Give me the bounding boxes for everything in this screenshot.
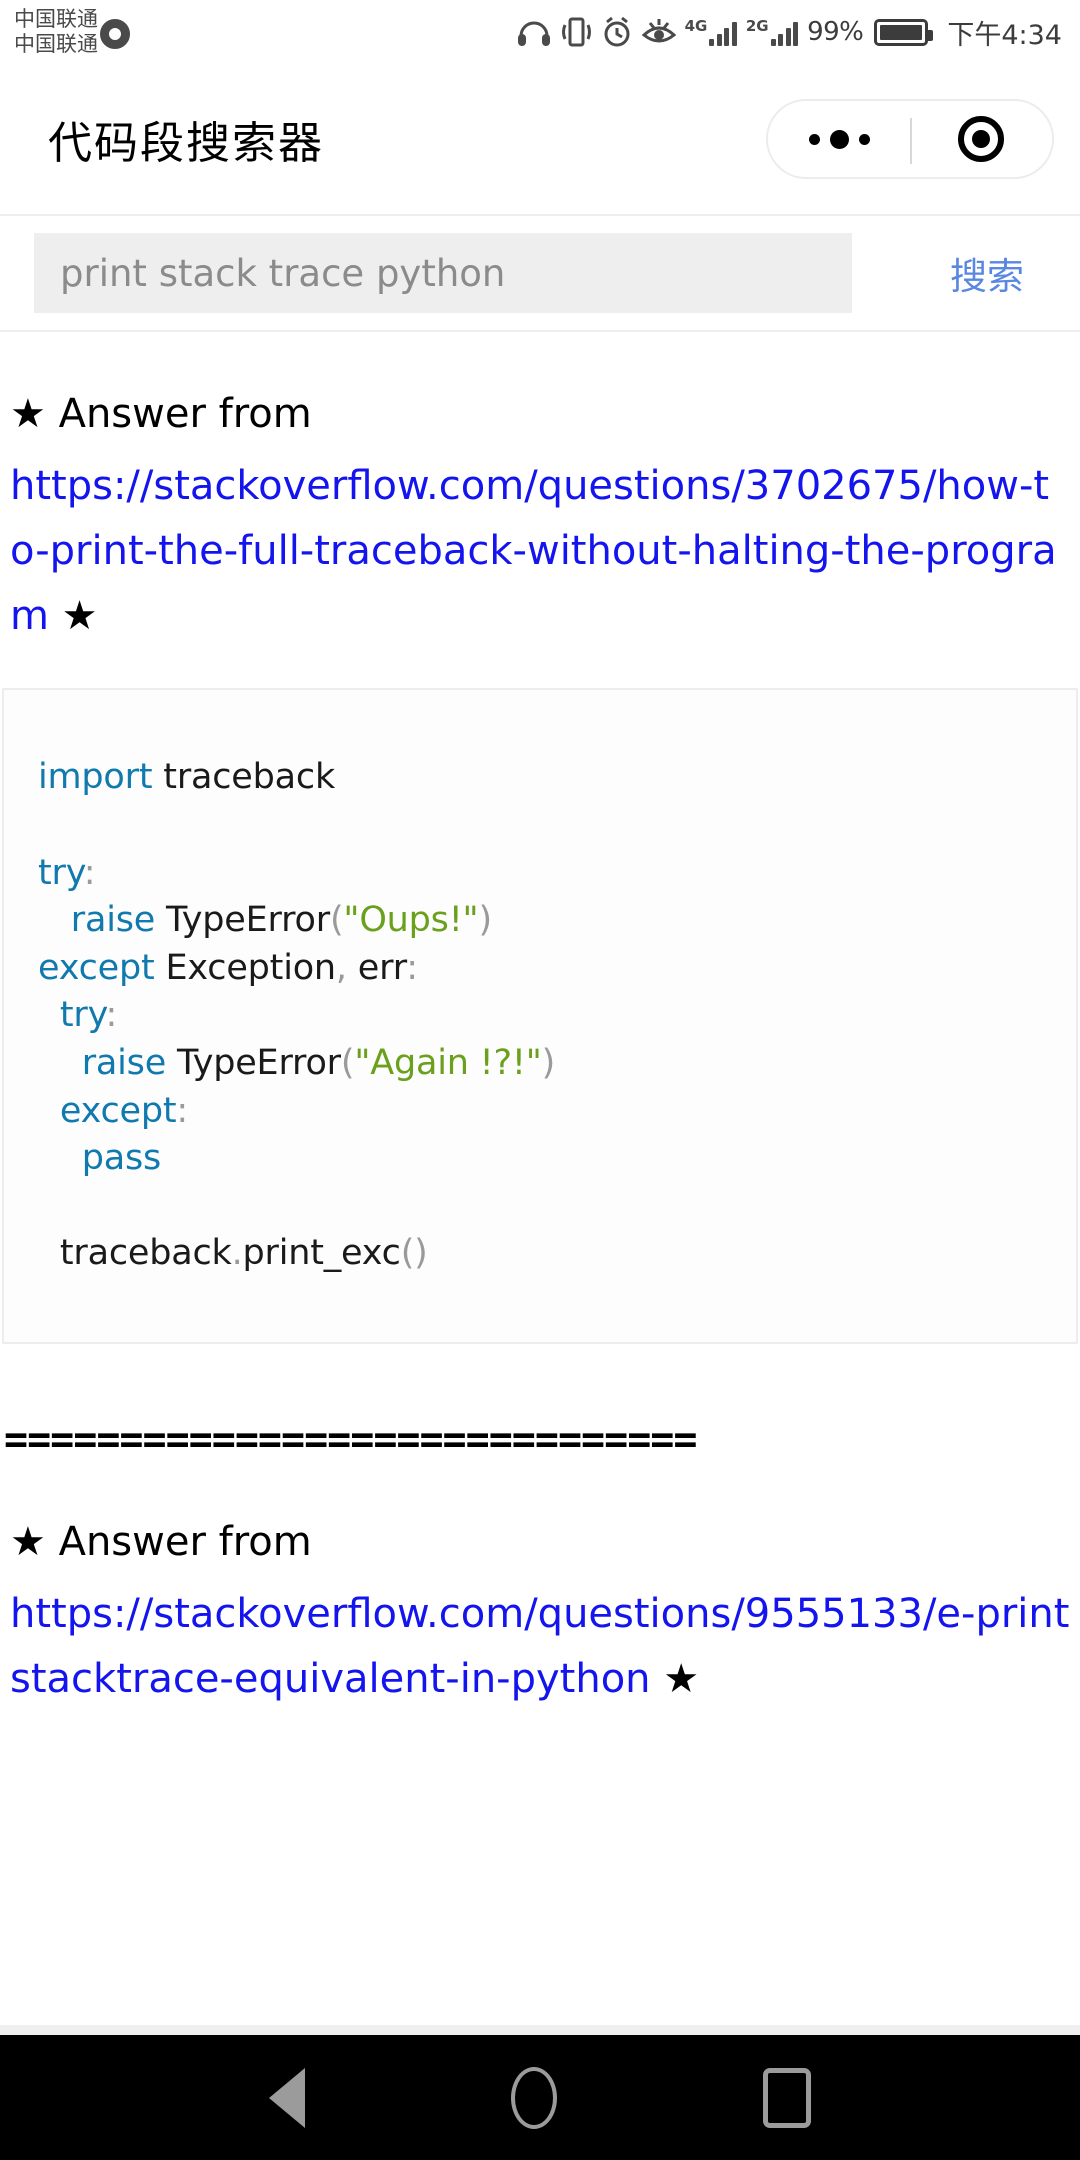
alarm-clock-icon	[604, 16, 630, 47]
page-title: 代码段搜索器	[48, 118, 324, 169]
code-card: import traceback try: raise TypeError("O…	[2, 688, 1078, 1344]
result-item-1: ★ Answer from https://stackoverflow.com/…	[0, 394, 1080, 1344]
carrier-label-2: 中国联通	[14, 32, 98, 56]
status-bar: 中国联通 中国联通 4G 2G 99% 下午4:34	[0, 0, 1080, 64]
code-block: import traceback try: raise TypeError("O…	[38, 757, 556, 1274]
network-type-1: 4G	[684, 16, 708, 35]
capsule-divider	[910, 118, 912, 164]
back-triangle-icon[interactable]	[269, 2067, 305, 2128]
answer-url-link[interactable]: https://stackoverflow.com/questions/3702…	[0, 454, 1080, 648]
navbar-separator	[0, 2025, 1080, 2035]
signal-bars-1	[709, 20, 737, 46]
carrier-label-1: 中国联通	[14, 7, 98, 31]
signal-1: 4G	[684, 16, 737, 46]
android-nav-bar	[0, 2035, 1080, 2160]
capsule-menu-button[interactable]	[768, 129, 910, 149]
carrier-block: 中国联通 中国联通	[14, 9, 130, 55]
section-divider: ==============================	[4, 1419, 697, 1460]
recents-square-icon[interactable]	[763, 2067, 811, 2128]
answer-url-link[interactable]: https://stackoverflow.com/questions/9555…	[0, 1582, 1080, 1712]
signal-bars-2	[770, 20, 799, 46]
star-icon: ★	[650, 1655, 700, 1702]
headphones-icon	[517, 21, 550, 46]
answer-heading: ★ Answer from	[10, 391, 312, 437]
battery-full-icon	[874, 18, 934, 46]
search-panel: 搜索	[0, 214, 1080, 332]
answer-url-text: https://stackoverflow.com/questions/9555…	[10, 1590, 1070, 1702]
result-item-2: ★ Answer from https://stackoverflow.com/…	[0, 1522, 1080, 1712]
carrier-names: 中国联通 中国联通	[14, 9, 98, 55]
capsule-close-button[interactable]	[910, 116, 1052, 162]
results-content: ★ Answer from https://stackoverflow.com/…	[0, 394, 1080, 1712]
vibrate-icon	[561, 17, 591, 47]
status-icons: 4G 2G 99% 下午4:34	[517, 13, 1062, 52]
answer-url-text: https://stackoverflow.com/questions/3702…	[10, 463, 1057, 639]
search-input[interactable]	[34, 233, 852, 313]
answer-heading: ★ Answer from	[10, 1518, 312, 1565]
eye-care-icon	[641, 19, 676, 43]
search-button[interactable]: 搜索	[950, 246, 1024, 300]
title-bar: 代码段搜索器	[0, 64, 1080, 214]
status-clock: 下午4:34	[947, 19, 1062, 51]
signal-2: 2G	[745, 16, 799, 46]
more-dots-icon	[808, 129, 870, 149]
dual-sim-icon	[100, 19, 130, 49]
target-circle-icon	[958, 116, 1004, 162]
battery-percent: 99%	[807, 17, 864, 47]
miniprogram-capsule[interactable]	[766, 99, 1054, 179]
star-icon: ★	[48, 592, 98, 639]
network-type-2: 2G	[745, 16, 769, 35]
home-circle-icon[interactable]	[511, 2066, 557, 2129]
